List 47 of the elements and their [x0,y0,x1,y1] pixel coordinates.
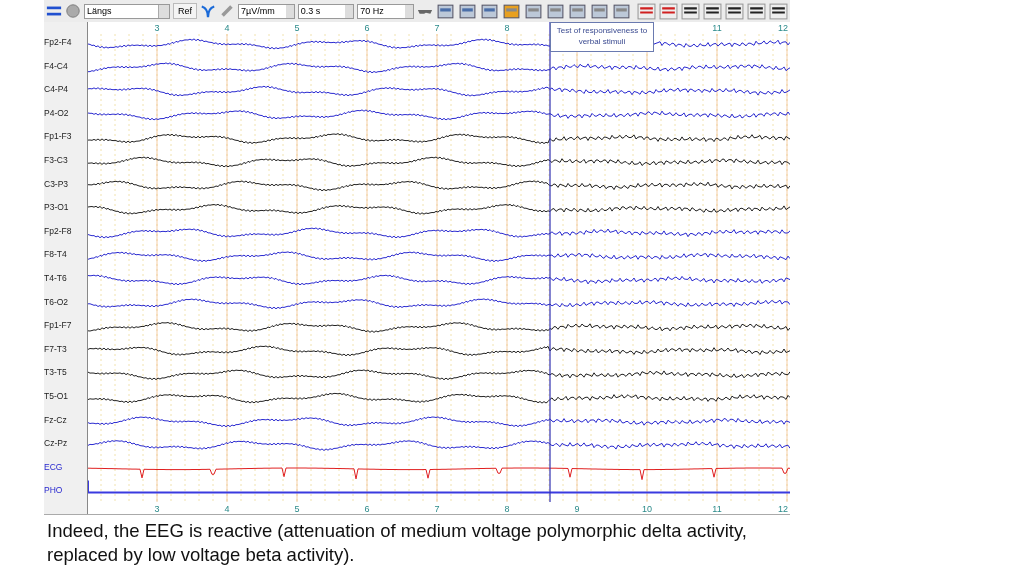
channel-label: PHO [44,485,64,498]
annotation-label: Test of responsiveness to verbal stimuli [550,22,654,52]
time-tick: 6 [364,504,370,514]
sensitivity-field[interactable]: 7µV/mm [237,3,295,19]
channel-label: C3-P3 [44,178,70,191]
time-tick: 7 [434,504,440,514]
globe-icon[interactable] [65,3,81,19]
channel-label: ECG [44,461,64,474]
channel-label: Fp1-F7 [44,320,73,333]
channel-label: Fz-Cz [44,414,68,427]
channel-label: F7-T3 [44,343,68,356]
time-tick: 12 [778,504,788,514]
channel-label: T4-T6 [44,272,68,285]
channel-label: P4-O2 [44,107,70,120]
channel-label: F4-C4 [44,60,69,73]
channel-label: Cz-Pz [44,438,69,451]
time-tick: 9 [574,504,580,514]
time-tick: 11 [712,23,722,33]
slide-caption: Indeed, the EEG is reactive (attenuation of medium voltage polymorphic delta activity, replaced by low voltage beta activity). [47,519,747,568]
filter-icon[interactable] [199,3,216,19]
time-tick: 5 [294,23,300,33]
time-tick: 8 [504,23,510,33]
montage-select[interactable]: Längs [84,3,170,19]
channel-label: T6-O2 [44,296,70,309]
channel-label: T5-O1 [44,390,70,403]
time-constant-field[interactable]: 0.3 s [297,3,355,19]
time-tick: 10 [642,504,652,514]
filter-field[interactable]: 70 Hz [357,3,414,19]
channel-label: Fp2-F8 [44,225,73,238]
channel-label: T3-T5 [44,367,68,380]
reference-button[interactable]: Ref [172,3,197,19]
channel-label: F8-T4 [44,249,68,262]
time-tick: 6 [364,23,370,33]
time-tick: 5 [294,504,300,514]
time-tick: 7 [434,23,440,33]
time-tick: 4 [224,23,230,33]
channel-label: C4-P4 [44,84,70,97]
time-tick: 3 [154,504,160,514]
time-tick: 4 [224,504,230,514]
time-tick: 8 [504,504,510,514]
channel-label: Fp1-F3 [44,131,73,144]
time-tick: 11 [712,504,722,514]
channel-label: Fp2-F4 [44,37,73,49]
channel-label: P3-O1 [44,202,70,215]
time-tick: 12 [778,23,788,33]
channel-label: F3-C3 [44,154,69,167]
time-tick: 3 [154,23,160,33]
